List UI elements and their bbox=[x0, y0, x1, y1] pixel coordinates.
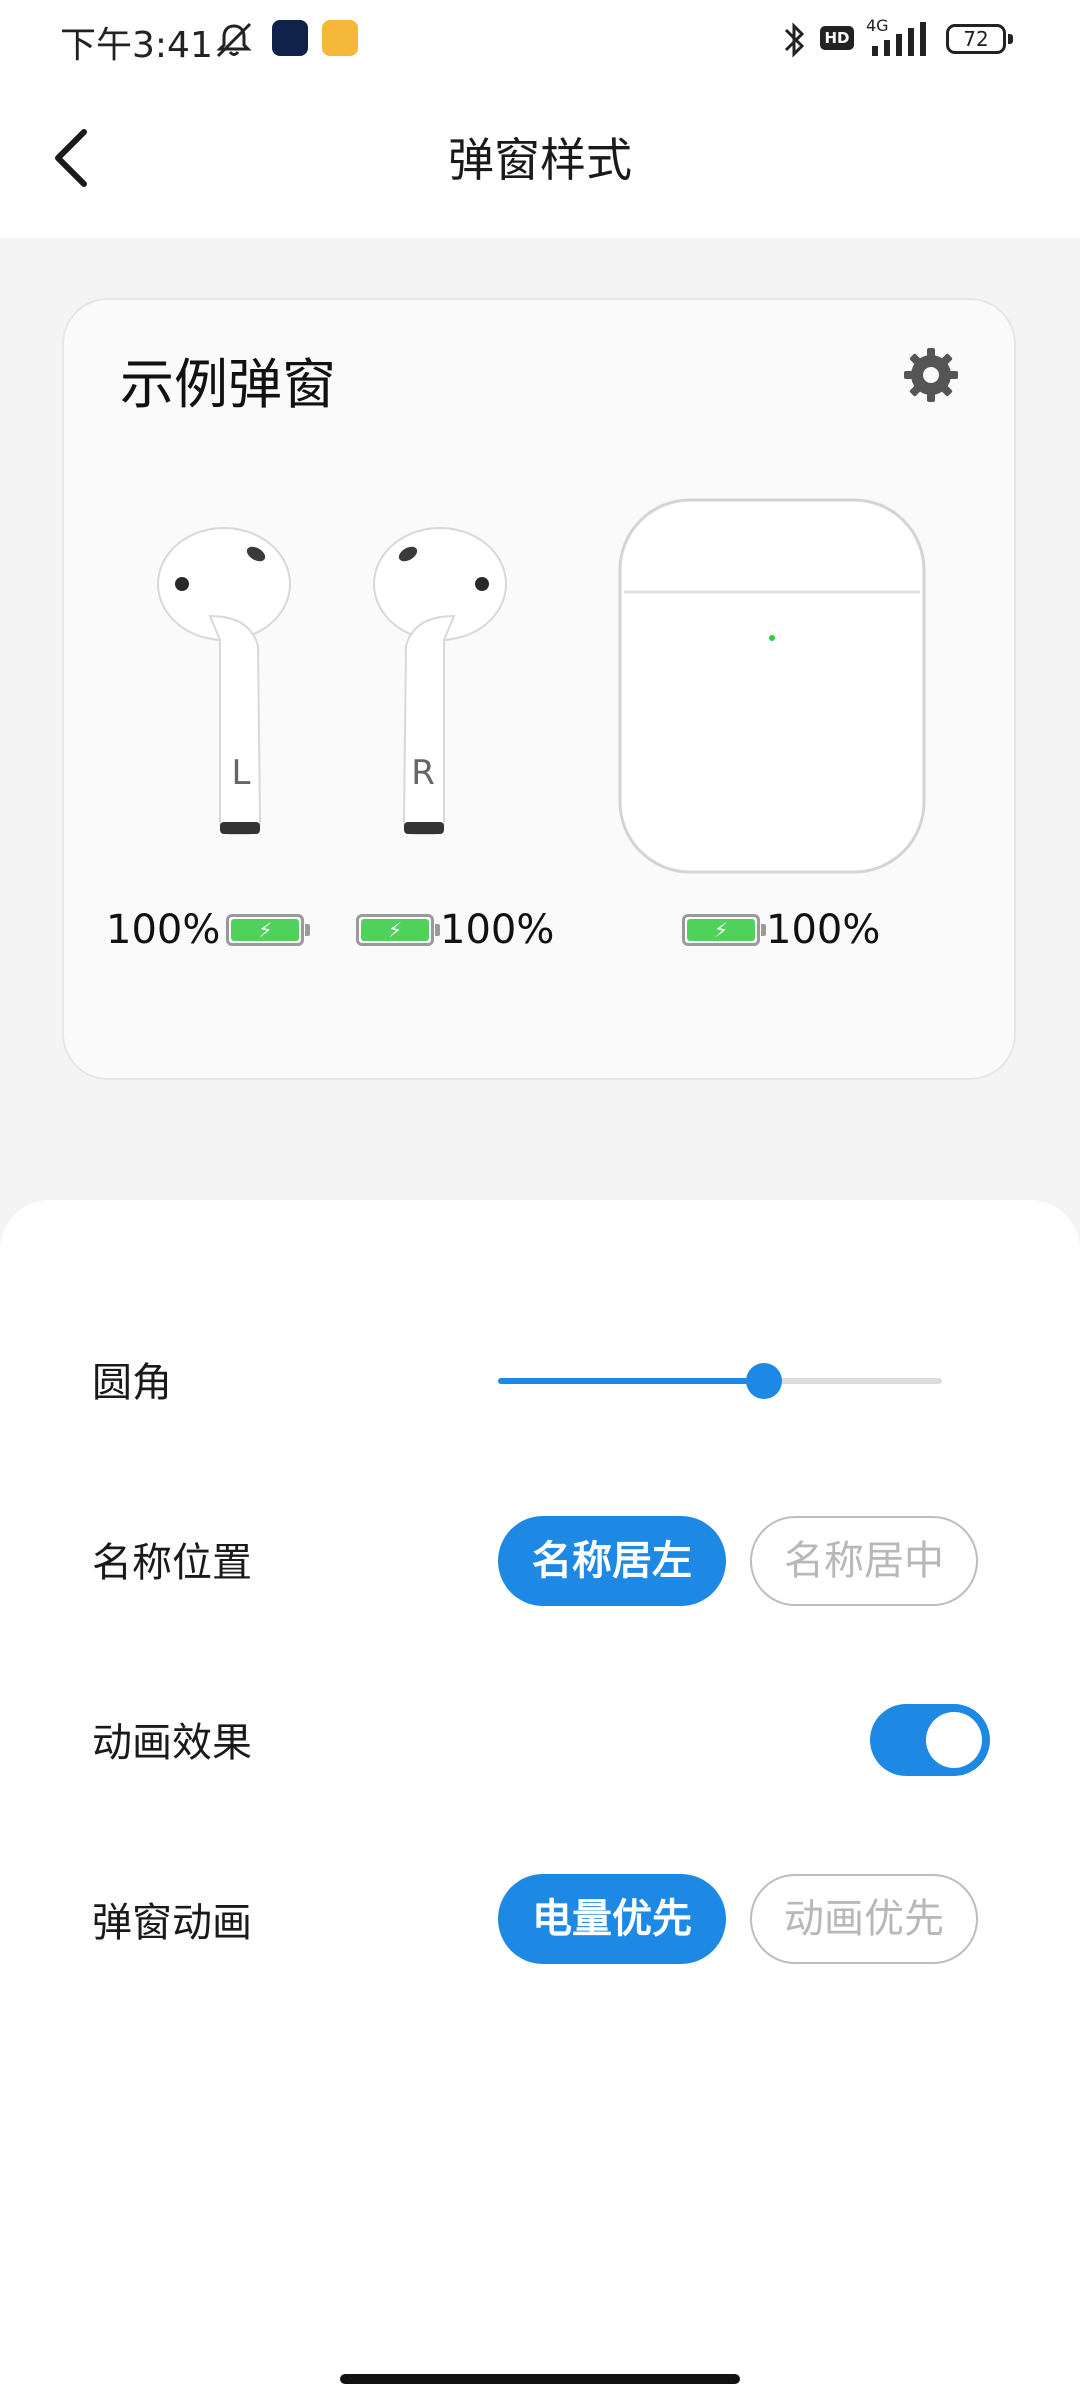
toggle-knob bbox=[926, 1712, 982, 1768]
name-left-option[interactable]: 名称居左 bbox=[498, 1516, 726, 1606]
gear-icon[interactable] bbox=[900, 344, 962, 406]
animation-priority-option[interactable]: 动画优先 bbox=[750, 1874, 978, 1964]
battery-icon: ⚡ bbox=[682, 914, 766, 946]
silent-icon bbox=[216, 22, 252, 58]
status-time: 下午3:41 bbox=[60, 25, 213, 66]
corner-radius-label: 圆角 bbox=[92, 1360, 172, 1406]
battery-tip bbox=[1008, 34, 1013, 44]
preview-popup-card: 示例弹窗 L R 100% ⚡ ⚡ 100% ⚡ 100% bbox=[62, 298, 1016, 1080]
case-battery-indicator: ⚡ 100% bbox=[676, 900, 880, 960]
left-earbud-image: L bbox=[157, 527, 291, 835]
battery-icon: ⚡ bbox=[356, 914, 440, 946]
app-icon-security bbox=[272, 20, 308, 56]
slider-fill bbox=[498, 1378, 765, 1384]
battery-icon: 72 bbox=[946, 24, 1006, 54]
corner-radius-slider[interactable] bbox=[498, 1363, 942, 1399]
bluetooth-icon bbox=[784, 22, 805, 58]
settings-sheet: 圆角 名称位置 名称居左 名称居中 动画效果 弹窗动画 电量优先 动画优先 bbox=[0, 1200, 1080, 2400]
app-icon-messages bbox=[322, 20, 358, 56]
page-title: 弹窗样式 bbox=[448, 133, 632, 187]
slider-thumb[interactable] bbox=[746, 1363, 783, 1399]
right-letter: R bbox=[411, 753, 435, 793]
name-center-option[interactable]: 名称居中 bbox=[750, 1516, 978, 1606]
left-battery-value: 100% bbox=[106, 907, 221, 953]
animation-effect-label: 动画效果 bbox=[92, 1720, 252, 1766]
battery-priority-option[interactable]: 电量优先 bbox=[498, 1874, 726, 1964]
right-earbud-image: R bbox=[373, 527, 507, 835]
status-bar: 下午3:41 HD 4G 72 bbox=[0, 0, 1080, 80]
right-battery-indicator: ⚡ 100% bbox=[350, 900, 554, 960]
case-battery-value: 100% bbox=[766, 907, 881, 953]
popup-animation-label: 弹窗动画 bbox=[92, 1900, 252, 1946]
right-battery-value: 100% bbox=[440, 907, 555, 953]
left-battery-indicator: 100% ⚡ bbox=[106, 900, 311, 960]
animation-effect-toggle[interactable] bbox=[870, 1704, 990, 1776]
preview-title: 示例弹窗 bbox=[120, 353, 336, 416]
app-header: 弹窗样式 bbox=[0, 80, 1080, 238]
left-letter: L bbox=[232, 753, 251, 793]
hd-icon: HD bbox=[820, 26, 854, 50]
home-indicator[interactable] bbox=[340, 2374, 740, 2384]
signal-icon bbox=[872, 22, 926, 56]
battery-icon: ⚡ bbox=[226, 914, 311, 946]
name-position-label: 名称位置 bbox=[92, 1540, 252, 1586]
charging-case-image bbox=[618, 498, 926, 874]
